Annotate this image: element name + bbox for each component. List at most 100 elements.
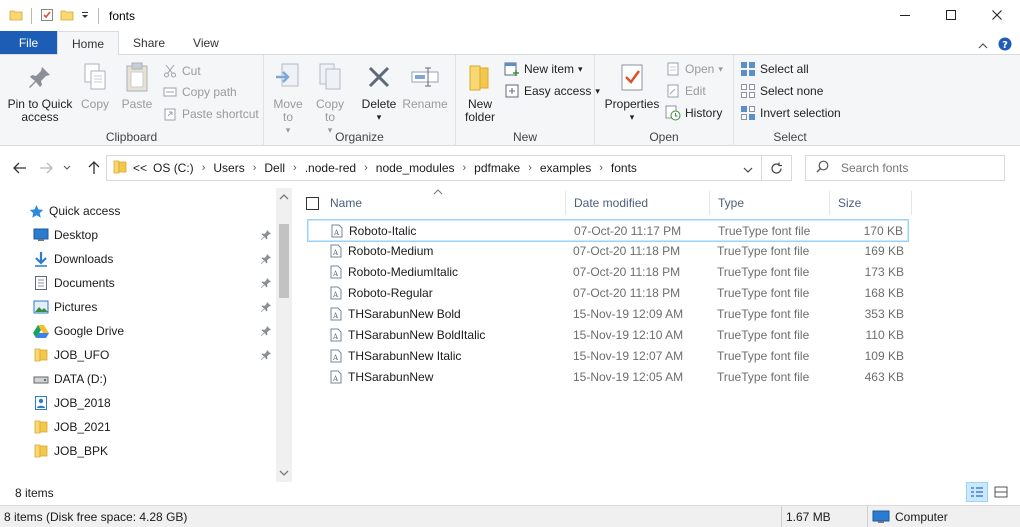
copy-path-button[interactable]: Copy path — [162, 82, 237, 102]
properties-button[interactable]: Properties ▾ — [603, 59, 661, 124]
file-row[interactable]: A THSarabunNew Italic 15-Nov-19 12:07 AM Tr… — [308, 346, 908, 367]
tab-share[interactable]: Share — [119, 31, 179, 54]
new-item-button[interactable]: New item ▾ — [504, 59, 583, 79]
breadcrumb-separator-icon[interactable]: › — [253, 162, 257, 174]
breadcrumb-separator-icon[interactable]: › — [202, 162, 206, 174]
breadcrumb-item[interactable]: examples — [540, 161, 591, 175]
file-row[interactable]: A Roboto-MediumItalic 07-Oct-20 11:18 PM Tr… — [308, 262, 908, 283]
nav-item[interactable]: JOB_BPK — [0, 440, 276, 462]
nav-item[interactable]: Documents — [0, 272, 276, 294]
delete-button[interactable]: Delete ▾ — [360, 59, 398, 124]
column-type[interactable]: Type — [710, 191, 830, 215]
search-box[interactable] — [805, 155, 1005, 181]
new-folder-icon[interactable] — [60, 8, 74, 25]
breadcrumb-item[interactable]: pdfmake — [474, 161, 520, 175]
file-list: Name Date modified Type Size A Roboto-Ita… — [300, 188, 1020, 482]
search-input[interactable] — [841, 161, 991, 175]
invert-selection-button[interactable]: Invert selection — [740, 103, 841, 123]
address-bar[interactable]: << OS (C:) › Users › Dell › .node-red › node_mod… — [106, 155, 792, 181]
expand-ribbon-icon[interactable] — [978, 39, 988, 53]
refresh-button[interactable] — [761, 156, 791, 180]
column-size[interactable]: Size — [830, 191, 912, 215]
large-icons-view-button[interactable] — [990, 482, 1012, 502]
address-dropdown-icon[interactable] — [743, 163, 753, 177]
nav-item[interactable]: Downloads — [0, 248, 276, 270]
rename-button[interactable]: Rename — [402, 59, 448, 111]
breadcrumb-item[interactable]: Users — [213, 161, 244, 175]
breadcrumb-item[interactable]: fonts — [611, 161, 637, 175]
cut-button[interactable]: Cut — [162, 61, 201, 81]
nav-item[interactable]: Pictures — [0, 296, 276, 318]
paste-button[interactable]: Paste — [116, 59, 158, 111]
rename-icon — [409, 59, 441, 95]
breadcrumb-item[interactable]: Dell — [264, 161, 285, 175]
file-row[interactable]: A Roboto-Italic 07-Oct-20 11:17 PM TrueType… — [307, 219, 909, 242]
history-button[interactable]: History — [665, 103, 722, 123]
back-button[interactable] — [10, 158, 30, 178]
breadcrumb-separator-icon[interactable]: › — [293, 162, 297, 174]
nav-item[interactable]: Quick access — [0, 200, 276, 222]
breadcrumb-overflow[interactable]: << — [133, 161, 147, 175]
up-button[interactable] — [84, 158, 104, 178]
paste-shortcut-button[interactable]: Paste shortcut — [162, 104, 259, 124]
tab-home[interactable]: Home — [57, 31, 120, 55]
breadcrumb-separator-icon[interactable]: › — [528, 162, 532, 174]
edit-button[interactable]: Edit — [665, 81, 706, 101]
file-row[interactable]: A THSarabunNew BoldItalic 15-Nov-19 12:10 … — [308, 325, 908, 346]
properties-check-icon[interactable] — [40, 8, 54, 25]
file-row[interactable]: A Roboto-Medium 07-Oct-20 11:18 PM TrueType… — [308, 241, 908, 262]
select-all-button[interactable]: Select all — [740, 59, 809, 79]
group-clipboard: Pin to Quick access Copy Paste Cut Copy … — [0, 55, 264, 146]
scroll-thumb[interactable] — [279, 224, 289, 298]
customize-qat-icon[interactable] — [80, 9, 90, 24]
nav-item[interactable]: Desktop — [0, 224, 276, 246]
font-file-icon: A — [330, 307, 342, 324]
file-row[interactable]: A Roboto-Regular 07-Oct-20 11:18 PM TrueTyp… — [308, 283, 908, 304]
select-all-checkbox[interactable] — [306, 196, 319, 210]
breadcrumb-separator-icon[interactable]: › — [463, 162, 467, 174]
file-type: TrueType font file — [717, 328, 810, 342]
recent-locations-button[interactable] — [60, 158, 74, 178]
nav-item[interactable]: JOB_2018 — [0, 392, 276, 414]
file-size: 168 KB — [864, 286, 904, 300]
column-name[interactable]: Name — [300, 191, 566, 215]
breadcrumb-separator-icon[interactable]: › — [364, 162, 368, 174]
folder-icon[interactable] — [9, 8, 23, 25]
details-view-button[interactable] — [966, 482, 988, 502]
breadcrumb-item[interactable]: .node-red — [305, 161, 356, 175]
nav-item[interactable]: JOB_UFO — [0, 344, 276, 366]
move-to-button[interactable]: Move to ▾ — [270, 59, 306, 137]
copy-icon — [79, 59, 111, 95]
file-date: 07-Oct-20 11:18 PM — [573, 244, 681, 258]
close-button[interactable] — [974, 0, 1020, 30]
copy-button[interactable]: Copy — [76, 59, 114, 111]
breadcrumb-separator-icon[interactable]: › — [599, 162, 603, 174]
easy-access-button[interactable]: Easy access ▾ — [504, 81, 600, 101]
forward-button[interactable] — [36, 158, 56, 178]
open-button[interactable]: Open ▾ — [665, 59, 723, 79]
nav-item[interactable]: JOB_2021 — [0, 416, 276, 438]
tab-file[interactable]: File — [0, 31, 57, 54]
nav-item[interactable]: Google Drive — [0, 320, 276, 342]
copy-to-button[interactable]: Copy to ▾ — [312, 59, 348, 137]
new-folder-button[interactable]: New folder — [460, 59, 500, 124]
item-count: 8 items — [15, 486, 54, 500]
nav-scrollbar[interactable] — [276, 188, 292, 482]
file-type: TrueType font file — [717, 265, 810, 279]
maximize-button[interactable] — [928, 0, 974, 30]
select-none-button[interactable]: Select none — [740, 81, 823, 101]
file-name: THSarabunNew — [348, 370, 434, 384]
file-row[interactable]: A THSarabunNew Bold 15-Nov-19 12:09 AM True… — [308, 304, 908, 325]
file-size: 169 KB — [864, 244, 904, 258]
pin-quick-access-button[interactable]: Pin to Quick access — [6, 59, 74, 124]
breadcrumb-item[interactable]: OS (C:) — [153, 161, 194, 175]
file-row[interactable]: A THSarabunNew 15-Nov-19 12:05 AM TrueType … — [308, 367, 908, 388]
tab-view[interactable]: View — [179, 31, 233, 54]
breadcrumb-item[interactable]: node_modules — [376, 161, 455, 175]
column-date-modified[interactable]: Date modified — [566, 191, 710, 215]
nav-item[interactable]: DATA (D:) — [0, 368, 276, 390]
help-icon[interactable]: ? — [998, 37, 1012, 54]
clipboard-group-label: Clipboard — [105, 130, 158, 144]
paste-shortcut-icon — [162, 106, 178, 122]
minimize-button[interactable] — [882, 0, 928, 30]
